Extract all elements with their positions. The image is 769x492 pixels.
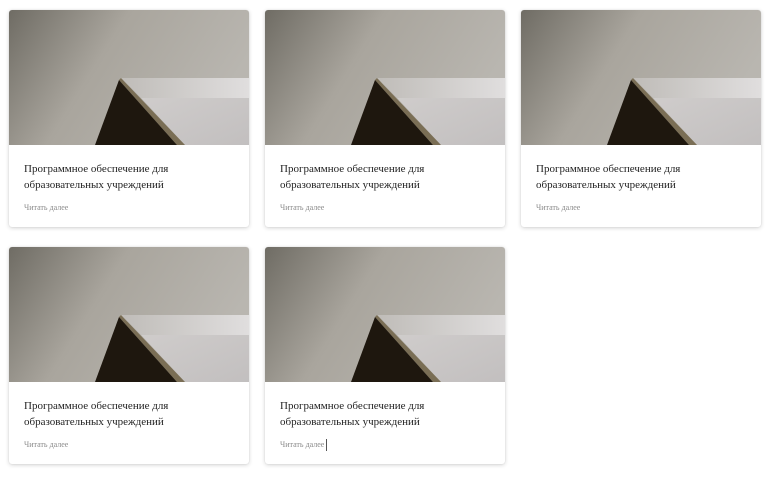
card-title: Программное обеспечение для образователь…	[280, 400, 425, 428]
card-image	[9, 247, 249, 382]
card-title: Программное обеспечение для образователь…	[24, 163, 169, 191]
card-title: Программное обеспечение для образователь…	[280, 163, 425, 191]
card-image	[521, 10, 761, 145]
read-more-link[interactable]: Читать далее	[24, 440, 68, 450]
read-more-link[interactable]: Читать далее	[24, 203, 68, 213]
card-title: Программное обеспечение для образователь…	[24, 400, 169, 428]
read-more-link[interactable]: Читать далее	[280, 203, 324, 213]
card-image	[9, 10, 249, 145]
card-title: Программное обеспечение для образователь…	[536, 163, 681, 191]
article-card[interactable]: Программное обеспечение для образователь…	[265, 10, 505, 227]
article-card[interactable]: Программное обеспечение для образователь…	[9, 10, 249, 227]
article-card[interactable]: Программное обеспечение для образователь…	[265, 247, 505, 464]
card-image	[265, 10, 505, 145]
read-more-link[interactable]: Читать далее	[536, 203, 580, 213]
read-more-link[interactable]: Читать далее	[280, 440, 324, 450]
article-card[interactable]: Программное обеспечение для образователь…	[521, 10, 761, 227]
mouse-cursor	[326, 439, 327, 451]
card-image	[265, 247, 505, 382]
article-card[interactable]: Программное обеспечение для образователь…	[9, 247, 249, 464]
